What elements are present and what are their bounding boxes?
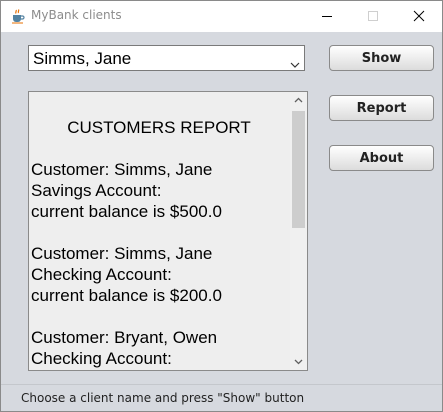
client-select[interactable]: Simms, Jane — [28, 45, 305, 71]
status-bar: Choose a client name and press "Show" bu… — [1, 384, 442, 411]
app-window: MyBank clients Simms, Jane Show Report A… — [0, 0, 443, 412]
report-account-line: Checking Account: — [31, 349, 172, 368]
report-text: CUSTOMERS REPORT Customer: Simms, Jane S… — [31, 92, 287, 370]
report-customer-line: Customer: Simms, Jane — [31, 244, 213, 263]
chevron-down-icon — [290, 54, 300, 68]
show-button[interactable]: Show — [329, 45, 434, 71]
java-cup-icon — [10, 8, 26, 24]
report-scrollbar[interactable] — [290, 92, 307, 370]
report-heading: CUSTOMERS REPORT — [67, 118, 251, 137]
maximize-button[interactable] — [350, 1, 396, 32]
scroll-up-arrow-icon[interactable] — [290, 92, 307, 109]
maximize-icon — [368, 11, 378, 21]
close-button[interactable] — [396, 1, 442, 32]
report-blank-line — [31, 306, 287, 327]
report-balance-line — [31, 369, 287, 370]
report-balance-line: current balance is $200.0 — [31, 286, 222, 305]
report-customer-line: Customer: Simms, Jane — [31, 160, 213, 179]
minimize-button[interactable] — [304, 1, 350, 32]
window-title: MyBank clients — [31, 8, 122, 22]
title-bar[interactable]: MyBank clients — [1, 1, 442, 32]
about-button[interactable]: About — [329, 145, 434, 171]
report-blank-line — [31, 222, 287, 243]
scroll-thumb[interactable] — [292, 111, 305, 228]
status-text: Choose a client name and press "Show" bu… — [21, 391, 305, 405]
close-icon — [413, 10, 425, 22]
report-button[interactable]: Report — [329, 95, 434, 121]
report-customer-line: Customer: Bryant, Owen — [31, 328, 218, 347]
report-account-line: Savings Account: — [31, 181, 162, 200]
scroll-down-arrow-icon[interactable] — [290, 353, 307, 370]
report-account-line: Checking Account: — [31, 265, 172, 284]
report-balance-line: current balance is $500.0 — [31, 202, 222, 221]
minimize-icon — [322, 16, 332, 17]
client-select-value: Simms, Jane — [33, 49, 132, 68]
report-text-area[interactable]: CUSTOMERS REPORT Customer: Simms, Jane S… — [28, 91, 308, 371]
